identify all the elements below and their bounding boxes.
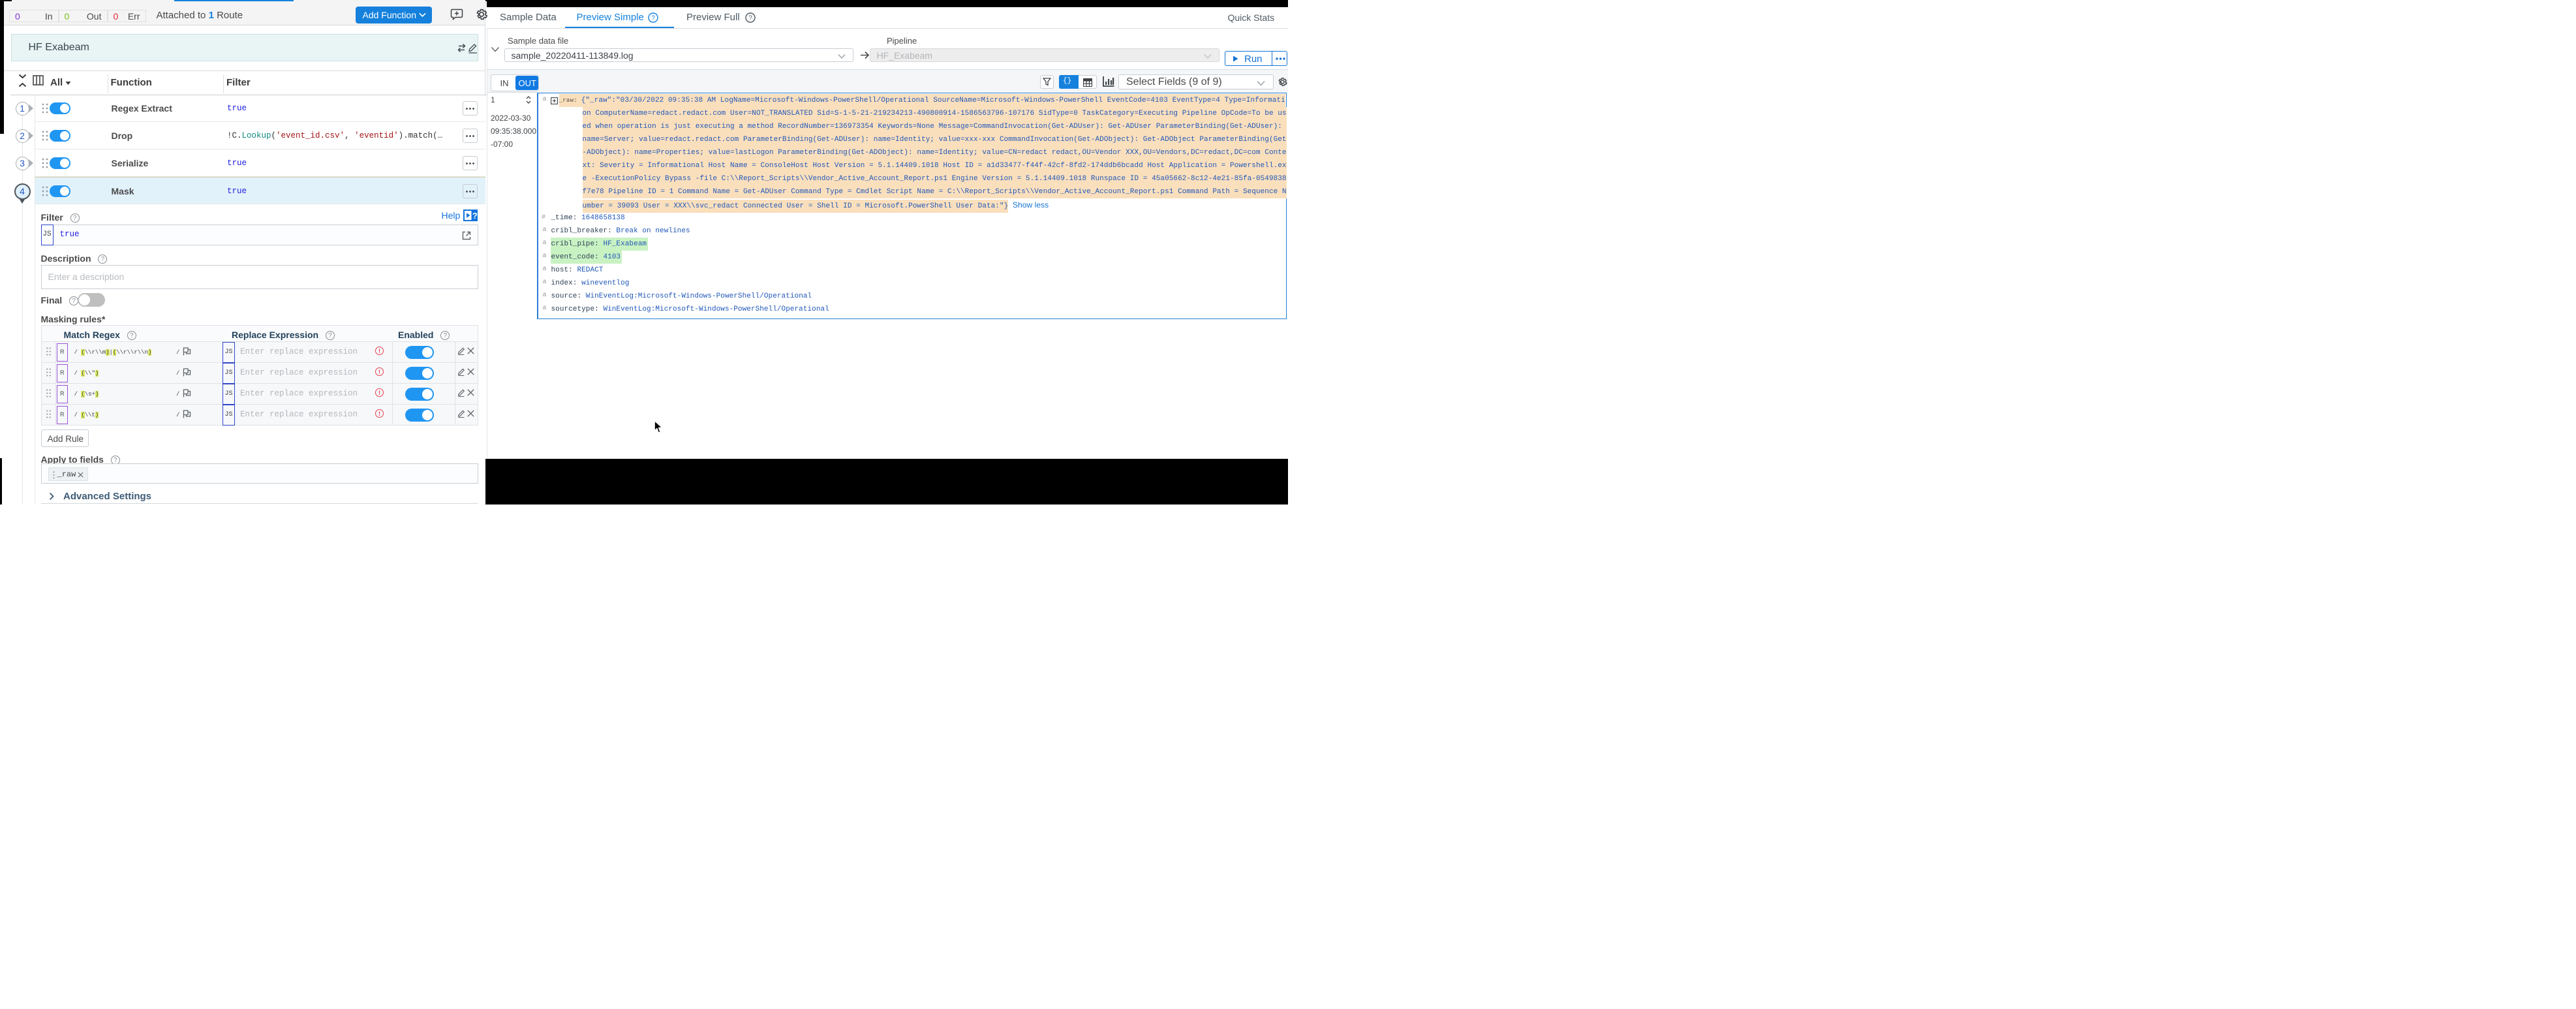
svg-text:?: ? <box>472 210 477 220</box>
svg-text:?: ? <box>651 15 655 22</box>
svg-text:?: ? <box>748 15 752 22</box>
